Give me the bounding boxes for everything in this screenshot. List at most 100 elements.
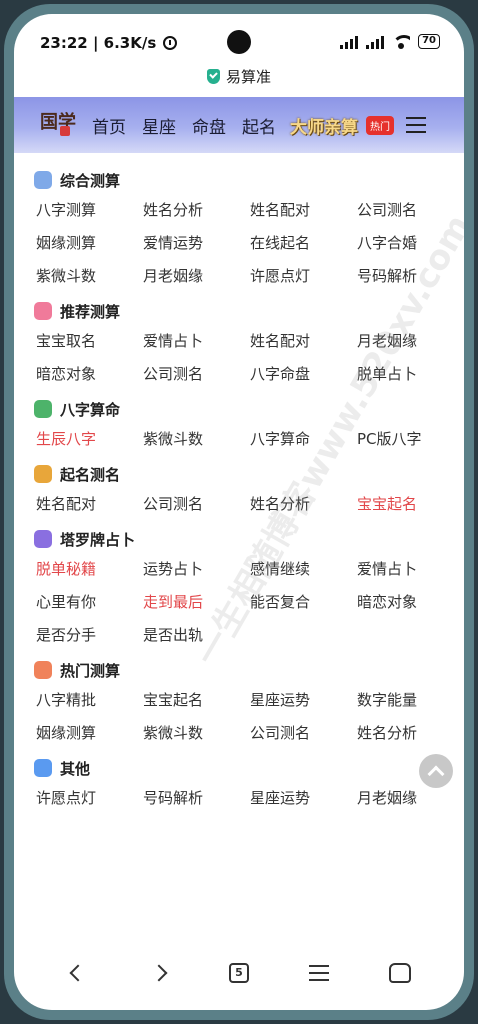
chevron-left-icon xyxy=(69,964,87,982)
menu-link[interactable]: 八字精批 xyxy=(36,684,143,717)
category-icon xyxy=(34,400,52,418)
home-button[interactable] xyxy=(380,953,420,993)
menu-link[interactable]: 八字测算 xyxy=(36,194,143,227)
section-items: 八字精批 宝宝起名 星座运势 数字能量姻缘测算 紫微斗数 公司测名 姓名分析 xyxy=(14,684,464,750)
menu-icon[interactable] xyxy=(406,117,426,133)
hot-badge: 热门 xyxy=(366,115,394,135)
menu-link[interactable]: 爱情占卜 xyxy=(143,325,250,358)
menu-link[interactable]: 爱情运势 xyxy=(143,227,250,260)
menu-link[interactable]: 号码解析 xyxy=(357,260,464,293)
category-icon xyxy=(34,465,52,483)
menu-link[interactable]: 宝宝取名 xyxy=(36,325,143,358)
menu-link[interactable]: 姓名分析 xyxy=(357,717,464,750)
scroll-top-button[interactable] xyxy=(419,754,453,788)
site-logo[interactable]: 国学 xyxy=(38,108,78,142)
nav-link-3[interactable]: 起名 xyxy=(242,113,276,138)
master-calc-link[interactable]: 大师亲算 xyxy=(290,113,358,138)
menu-link[interactable]: PC版八字 xyxy=(357,423,464,456)
menu-link[interactable]: 数字能量 xyxy=(357,684,464,717)
section-items: 姓名配对 公司测名 姓名分析 宝宝起名 xyxy=(14,488,464,521)
section-2: 八字算命 生辰八字 紫微斗数 八字算命 PC版八字 xyxy=(14,395,464,456)
section-items: 许愿点灯 号码解析 星座运势 月老姻缘 xyxy=(14,782,464,815)
menu-link[interactable]: 八字算命 xyxy=(250,423,357,456)
menu-link[interactable]: 脱单占卜 xyxy=(357,358,464,391)
menu-link[interactable]: 在线起名 xyxy=(250,227,357,260)
menu-link[interactable]: 公司测名 xyxy=(357,194,464,227)
menu-link[interactable]: 紫微斗数 xyxy=(36,260,143,293)
menu-link[interactable]: 星座运势 xyxy=(250,684,357,717)
url-bar[interactable]: 易算准 xyxy=(14,66,464,87)
alarm-icon xyxy=(163,36,178,50)
menu-link[interactable]: 暗恋对象 xyxy=(36,358,143,391)
menu-link[interactable]: 许愿点灯 xyxy=(250,260,357,293)
menu-link[interactable]: 脱单秘籍 xyxy=(36,553,143,586)
menu-link[interactable]: 生辰八字 xyxy=(36,423,143,456)
menu-link[interactable]: 姓名分析 xyxy=(143,194,250,227)
menu-link[interactable]: 星座运势 xyxy=(250,782,357,815)
menu-link[interactable]: 走到最后 xyxy=(143,586,250,619)
screen: 23:22 | 6.3K/s 70 易算准 国学 首页 星座 命盘 起名 大师亲算 热… xyxy=(14,14,464,1010)
site-title: 易算准 xyxy=(225,68,271,86)
menu-link[interactable]: 宝宝起名 xyxy=(143,684,250,717)
home-icon xyxy=(388,963,411,983)
category-menu: 综合测算 八字测算 姓名分析 姓名配对 公司测名 姻缘测算 爱情运势 在线起名 八字合婚 紫微斗数… xyxy=(14,166,464,819)
section-5: 热门测算 八字精批 宝宝起名 星座运势 数字能量 姻缘测算 紫微斗数 公司测名 姓名分析 xyxy=(14,656,464,750)
menu-link[interactable]: 公司测名 xyxy=(143,488,250,521)
menu-link[interactable]: 姻缘测算 xyxy=(36,227,143,260)
menu-button[interactable] xyxy=(299,953,339,993)
category-icon xyxy=(34,759,52,777)
signal-icon-2 xyxy=(366,35,385,49)
section-1: 推荐测算 宝宝取名 爱情占卜 姓名配对 月老姻缘暗恋对象 公司测名 八字命盘 脱单占卜 xyxy=(14,297,464,391)
phone-frame: 23:22 | 6.3K/s 70 易算准 国学 首页 星座 命盘 起名 大师亲算 热… xyxy=(4,4,474,1020)
camera-cutout xyxy=(227,30,251,54)
menu-link[interactable]: 姻缘测算 xyxy=(36,717,143,750)
menu-link[interactable]: 运势占卜 xyxy=(143,553,250,586)
section-header: 其他 xyxy=(14,754,464,782)
menu-link[interactable]: 是否分手 xyxy=(36,619,143,652)
section-header: 八字算命 xyxy=(14,395,464,423)
menu-link[interactable]: 月老姻缘 xyxy=(357,325,464,358)
menu-link[interactable]: 姓名配对 xyxy=(250,194,357,227)
tabs-icon: 5 xyxy=(228,963,249,983)
forward-button[interactable] xyxy=(139,953,179,993)
menu-link[interactable]: 姓名配对 xyxy=(36,488,143,521)
menu-link[interactable]: 月老姻缘 xyxy=(143,260,250,293)
section-header: 推荐测算 xyxy=(14,297,464,325)
menu-link[interactable]: 是否出轨 xyxy=(143,619,250,652)
category-icon xyxy=(34,171,52,189)
nav-links: 首页 星座 命盘 起名 xyxy=(92,113,276,138)
section-0: 综合测算 八字测算 姓名分析 姓名配对 公司测名姻缘测算 爱情运势 在线起名 八字合婚紫微斗数… xyxy=(14,166,464,293)
back-button[interactable] xyxy=(58,953,98,993)
nav-link-0[interactable]: 首页 xyxy=(92,113,126,138)
section-title: 塔罗牌占卜 xyxy=(60,530,136,549)
menu-link[interactable]: 公司测名 xyxy=(250,717,357,750)
section-header: 综合测算 xyxy=(14,166,464,194)
menu-link[interactable]: 姓名分析 xyxy=(250,488,357,521)
signal-icon xyxy=(340,35,359,49)
menu-link[interactable]: 八字合婚 xyxy=(357,227,464,260)
section-header: 塔罗牌占卜 xyxy=(14,525,464,553)
menu-link[interactable]: 月老姻缘 xyxy=(357,782,464,815)
menu-link[interactable]: 号码解析 xyxy=(143,782,250,815)
site-navbar: 国学 首页 星座 命盘 起名 大师亲算 热门 xyxy=(14,97,464,153)
nav-link-2[interactable]: 命盘 xyxy=(192,113,226,138)
menu-link[interactable]: 能否复合 xyxy=(250,586,357,619)
menu-link[interactable]: 暗恋对象 xyxy=(357,586,464,619)
section-items: 八字测算 姓名分析 姓名配对 公司测名姻缘测算 爱情运势 在线起名 八字合婚紫微斗数 月老姻缘… xyxy=(14,194,464,293)
status-time: 23:22 | 6.3K/s xyxy=(40,34,157,52)
hamburger-icon xyxy=(309,965,330,981)
menu-link[interactable]: 紫微斗数 xyxy=(143,717,250,750)
menu-link[interactable]: 八字命盘 xyxy=(250,358,357,391)
menu-link[interactable]: 许愿点灯 xyxy=(36,782,143,815)
menu-link[interactable]: 爱情占卜 xyxy=(357,553,464,586)
menu-link[interactable]: 感情继续 xyxy=(250,553,357,586)
menu-link[interactable]: 宝宝起名 xyxy=(357,488,464,521)
tabs-button[interactable]: 5 xyxy=(219,953,259,993)
menu-link[interactable]: 公司测名 xyxy=(143,358,250,391)
menu-link[interactable]: 紫微斗数 xyxy=(143,423,250,456)
menu-link[interactable]: 姓名配对 xyxy=(250,325,357,358)
menu-link[interactable]: 心里有你 xyxy=(36,586,143,619)
section-4: 塔罗牌占卜脱单秘籍 运势占卜 感情继续 爱情占卜心里有你 走到最后 能否复合 暗恋对象是否分… xyxy=(14,525,464,652)
wifi-icon xyxy=(392,34,411,49)
nav-link-1[interactable]: 星座 xyxy=(142,113,176,138)
